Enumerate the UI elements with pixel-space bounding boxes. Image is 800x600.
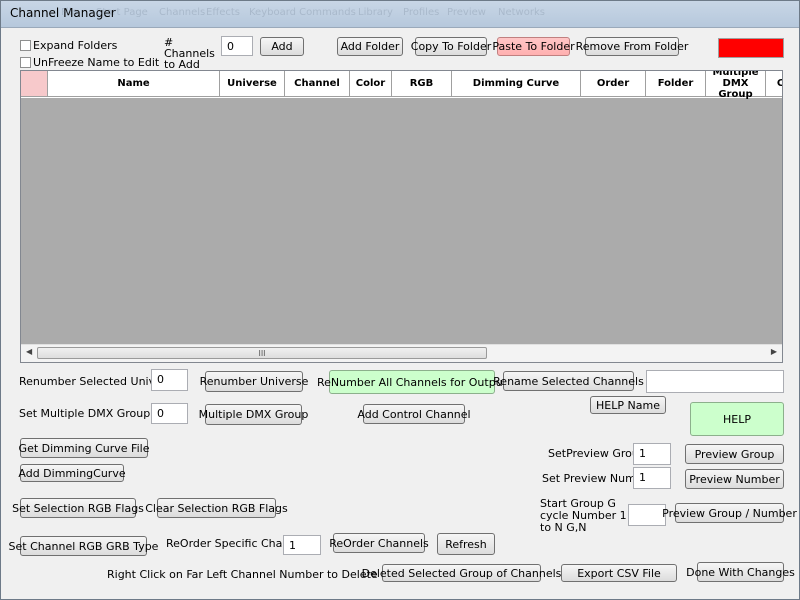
renumber-universe-input[interactable]: 0: [151, 369, 188, 391]
ghost-menu-text: Library: [358, 7, 393, 18]
ghost-menu-text: Channels: [159, 7, 206, 18]
get-dimming-curve-file-button[interactable]: Get Dimming Curve File: [19, 438, 149, 458]
horizontal-scrollbar[interactable]: ◀ III ▶: [21, 344, 782, 362]
set-preview-group-label: SetPreview Group: [548, 447, 646, 460]
column-header-channel[interactable]: Channel: [285, 71, 350, 97]
add-folder-button[interactable]: Add Folder: [337, 37, 403, 56]
paste-to-folder-button[interactable]: Paste To Folder: [492, 37, 575, 56]
color-swatch[interactable]: [718, 38, 784, 58]
preview-group-button[interactable]: Preview Group: [685, 444, 784, 464]
dmx-group-input[interactable]: 0: [151, 403, 188, 424]
expand-folders-checkbox[interactable]: [20, 40, 31, 51]
reorder-input[interactable]: 1: [283, 535, 321, 555]
channels-to-add-label: # Channels to Add: [164, 36, 215, 71]
clear-selection-rgb-flags-button[interactable]: Clear Selection RGB Flags: [145, 498, 288, 518]
rename-input[interactable]: [646, 370, 784, 393]
preview-group-number-button[interactable]: Preview Group / Number: [662, 503, 797, 523]
ghost-menu-text: Preview: [447, 7, 486, 18]
start-group-cycle-label: Start Group G cycle Number 1 to N G,N: [540, 497, 627, 534]
column-header-order[interactable]: Order: [581, 71, 646, 97]
multiple-dmx-group-button[interactable]: Multiple DMX Group: [199, 404, 308, 425]
set-selection-rgb-flags-button[interactable]: Set Selection RGB Flags: [12, 498, 144, 518]
channels-to-add-input[interactable]: 0: [221, 36, 253, 56]
set-channel-rgb-grb-type-button[interactable]: Set Channel RGB GRB Type: [9, 536, 158, 556]
column-header-name[interactable]: Name: [48, 71, 220, 97]
grid-header: Name Universe Channel Color RGB Dimming …: [21, 71, 782, 100]
set-preview-number-input[interactable]: 1: [633, 467, 671, 489]
deleted-selected-group-button[interactable]: Deleted Selected Group of Channels: [362, 564, 561, 582]
ghost-menu-text: Networks: [498, 7, 545, 18]
done-with-changes-button[interactable]: Done With Changes: [686, 562, 795, 582]
ghost-menu-text: Effects: [206, 7, 240, 18]
unfreeze-name-label: UnFreeze Name to Edit: [33, 56, 160, 69]
preview-number-button[interactable]: Preview Number: [685, 469, 784, 489]
unfreeze-name-checkbox[interactable]: [20, 57, 31, 68]
column-header-c[interactable]: C: [766, 71, 782, 97]
reorder-channels-button[interactable]: ReOrder Channels: [329, 533, 429, 553]
add-control-channel-button[interactable]: Add Control Channel: [357, 404, 471, 424]
ghost-menu-text: Start Page: [96, 7, 148, 18]
title-bar: Channel Manager File Start Page Channels…: [1, 1, 799, 28]
column-header-rgb[interactable]: RGB: [392, 71, 452, 97]
copy-to-folder-button[interactable]: Copy To Folder: [411, 37, 491, 56]
renumber-all-channels-button[interactable]: ReNumber All Channels for Output: [317, 370, 507, 394]
row-header-corner[interactable]: [21, 71, 48, 97]
help-name-button[interactable]: HELP Name: [590, 396, 666, 414]
channel-manager-window: Channel Manager File Start Page Channels…: [0, 0, 800, 600]
scroll-left-icon[interactable]: ◀: [26, 347, 32, 356]
scroll-right-icon[interactable]: ▶: [771, 347, 777, 356]
help-button[interactable]: HELP: [690, 402, 784, 436]
scroll-thumb[interactable]: III: [37, 347, 487, 359]
start-group-cycle-input[interactable]: [628, 504, 666, 526]
renumber-universe-button[interactable]: Renumber Universe: [200, 371, 308, 392]
export-csv-file-button[interactable]: Export CSV File: [561, 564, 677, 582]
add-dimming-curve-button[interactable]: Add DimmingCurve: [18, 464, 126, 482]
ghost-menu-text: File: [61, 7, 78, 18]
expand-folders-label: Expand Folders: [33, 39, 118, 52]
scroll-grip: III: [258, 348, 266, 358]
column-header-universe[interactable]: Universe: [220, 71, 285, 97]
ghost-menu-text: Profiles: [403, 7, 440, 18]
set-preview-group-input[interactable]: 1: [633, 443, 671, 465]
refresh-button[interactable]: Refresh: [437, 533, 495, 555]
column-header-multiple-dmx-group[interactable]: Multiple DMX Group: [706, 71, 766, 100]
ghost-menu-text: Keyboard Commands: [249, 7, 356, 18]
remove-from-folder-button[interactable]: Remove From Folder: [576, 37, 688, 56]
add-button[interactable]: Add: [260, 37, 304, 56]
column-header-folder[interactable]: Folder: [646, 71, 706, 97]
rename-selected-channels-button[interactable]: Rename Selected Channels: [493, 371, 644, 391]
column-header-dimming-curve[interactable]: Dimming Curve: [452, 71, 581, 97]
channel-grid[interactable]: Name Universe Channel Color RGB Dimming …: [20, 70, 783, 363]
column-header-color[interactable]: Color: [350, 71, 392, 97]
